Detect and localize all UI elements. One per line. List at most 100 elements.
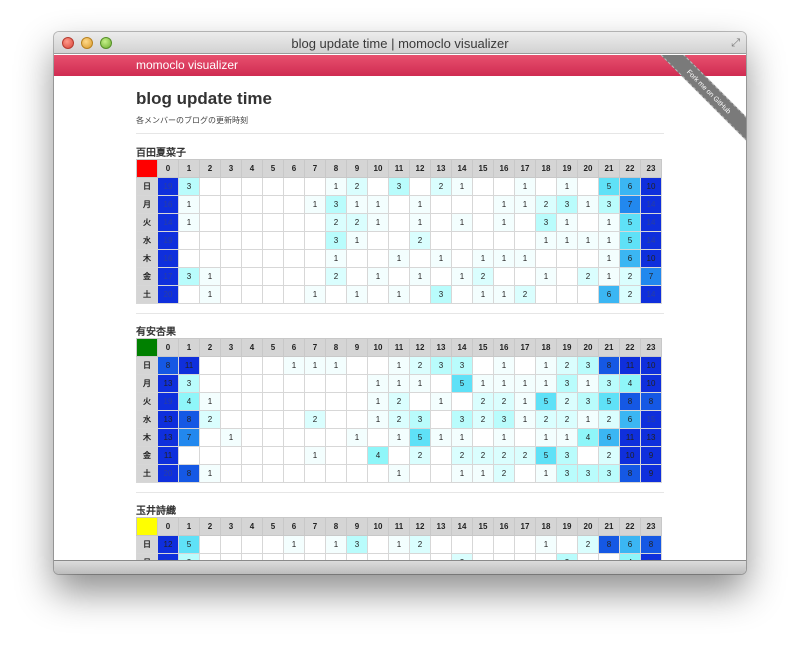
heatmap-cell: 1: [514, 374, 536, 393]
heatmap-cell: 5: [598, 392, 620, 411]
heatmap-cell: 1: [451, 177, 473, 196]
heatmap-cell: 2: [346, 213, 368, 232]
heatmap-cell: 8: [598, 356, 620, 375]
heatmap-cell: 3: [556, 374, 578, 393]
heatmap-cell: 1: [199, 464, 221, 483]
brand-link[interactable]: momoclo visualizer: [136, 58, 238, 72]
heatmap-cell: 1: [598, 231, 620, 250]
heatmap-cell: 1: [577, 231, 599, 250]
heatmap-cell: 10: [640, 177, 662, 196]
heatmap-cell: 1: [451, 428, 473, 447]
day-label: 日: [136, 177, 158, 196]
heatmap-cell: [262, 231, 284, 250]
table-row: 土 20 8 1 1 1 1 2 1 3 3 3 8 9: [136, 464, 662, 483]
heatmap-cell: [220, 249, 242, 268]
heatmap-cell: [241, 464, 263, 483]
heatmap-cell: 2: [619, 285, 641, 304]
heatmap-cell: 10: [640, 374, 662, 393]
heatmap-cell: [325, 464, 347, 483]
heatmap-cell: [472, 195, 494, 214]
table-row: 金 17 3 1 2 1 1 1 2 1 2 1 2 7: [136, 267, 662, 286]
heatmap-cell: 1: [430, 428, 452, 447]
heatmap-cell: 1: [493, 356, 515, 375]
hour-header: 22: [619, 159, 641, 178]
heatmap-cell: [346, 446, 368, 465]
heatmap-cell: 2: [598, 446, 620, 465]
heatmap-cell: 2: [409, 535, 431, 554]
heatmap-cell: 2: [493, 446, 515, 465]
heatmap-cell: [241, 213, 263, 232]
hour-header: 20: [577, 517, 599, 536]
hour-header: 19: [556, 338, 578, 357]
heatmap-cell: [304, 177, 326, 196]
hour-header: 12: [409, 517, 431, 536]
heatmap-cell: [367, 428, 389, 447]
heatmap-cell: [514, 267, 536, 286]
heatmap-cell: [304, 392, 326, 411]
heatmap-cell: [346, 267, 368, 286]
heatmap-cell: [493, 267, 515, 286]
member-color-swatch: [136, 517, 158, 536]
heatmap-cell: 1: [388, 249, 410, 268]
heatmap-cell: [388, 213, 410, 232]
hour-header: 7: [304, 517, 326, 536]
hour-header: 21: [598, 338, 620, 357]
hour-header: 8: [325, 159, 347, 178]
window-title: blog update time | momoclo visualizer: [291, 36, 509, 51]
heatmap-cell: [430, 195, 452, 214]
hour-header: 11: [388, 517, 410, 536]
hour-header: 0: [157, 517, 179, 536]
hour-header: 4: [241, 159, 263, 178]
heatmap-cell: 2: [388, 392, 410, 411]
table-row: 日 8 11 1 1 1 1 2 3 3 1 1 2 3 8 11 10: [136, 356, 662, 375]
heatmap-cell: [388, 231, 410, 250]
heatmap-cell: 2: [472, 446, 494, 465]
heatmap-cell: 11: [619, 428, 641, 447]
heatmap-cell: [283, 464, 305, 483]
heatmap-cell: [283, 392, 305, 411]
title-bar: blog update time | momoclo visualizer ⤢: [54, 32, 746, 54]
heatmap-cell: 3: [535, 213, 557, 232]
heatmap-cell: [325, 374, 347, 393]
heatmap-cell: [199, 177, 221, 196]
heatmap-cell: 2: [577, 535, 599, 554]
heatmap-cell: [283, 249, 305, 268]
heatmap-cell: 6: [598, 428, 620, 447]
heatmap-cell: [577, 249, 599, 268]
heatmap-cell: 3: [178, 177, 200, 196]
hour-header: 16: [493, 338, 515, 357]
heatmap-cell: 2: [535, 195, 557, 214]
heatmap-cell: 17: [157, 267, 179, 286]
heatmap-cell: 3: [409, 410, 431, 429]
heatmap-cell: [367, 249, 389, 268]
heatmap-cell: [535, 249, 557, 268]
heatmap-cell: 2: [409, 231, 431, 250]
heatmap-cell: [367, 285, 389, 304]
heatmap-cell: 1: [493, 374, 515, 393]
heatmap-cell: [325, 410, 347, 429]
heatmap-cell: 11: [157, 446, 179, 465]
heatmap-cell: 10: [619, 446, 641, 465]
heatmap-cell: 1: [598, 249, 620, 268]
heatmap-cell: 9: [640, 446, 662, 465]
hour-header: 11: [388, 338, 410, 357]
table-row: 木 16 1 1 1 1 1 1 1 6 10: [136, 249, 662, 268]
heatmap-cell: 1: [451, 213, 473, 232]
heatmap-cell: [241, 177, 263, 196]
heatmap-cell: 10: [640, 356, 662, 375]
heatmap-cell: [262, 356, 284, 375]
heatmap-cell: 8: [619, 464, 641, 483]
heatmap-cell: 5: [619, 231, 641, 250]
table-row: 日 12 5 1 1 3 1 2 1 2 8 6 8: [136, 535, 662, 554]
hour-header: 17: [514, 159, 536, 178]
fullscreen-icon[interactable]: ⤢: [731, 37, 740, 50]
heatmap-cell: 2: [493, 392, 515, 411]
heatmap-cell: 1: [304, 285, 326, 304]
heatmap-cell: 16: [157, 195, 179, 214]
heatmap-cell: [220, 374, 242, 393]
hour-header: 12: [409, 159, 431, 178]
heatmap-cell: 1: [514, 392, 536, 411]
hour-header: 8: [325, 338, 347, 357]
heatmap-cell: [262, 285, 284, 304]
table-row: 木 13 7 1 1 1 5 1 1 1 1 1 4 6 11 13: [136, 428, 662, 447]
